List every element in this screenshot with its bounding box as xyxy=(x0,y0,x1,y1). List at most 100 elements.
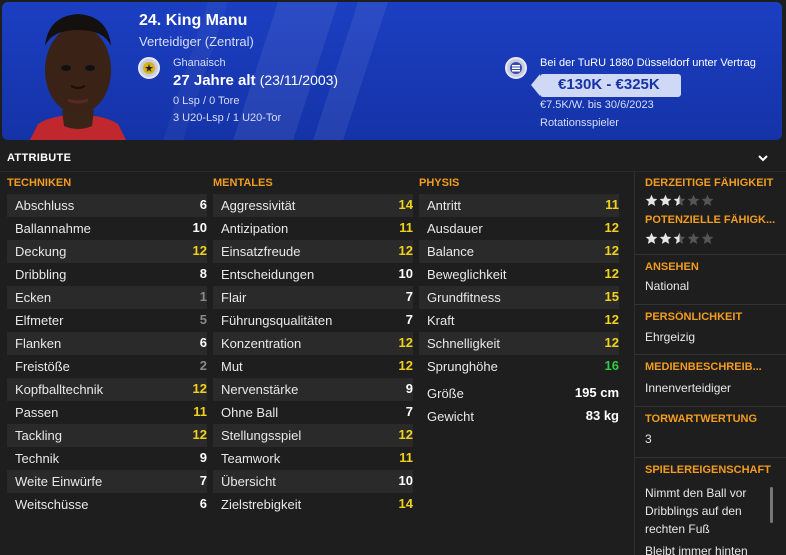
attribute-row[interactable]: Antritt 11 xyxy=(419,194,619,217)
attribute-row[interactable]: Ecken 1 xyxy=(7,286,207,309)
attribute-value: 2 xyxy=(199,358,207,373)
attribute-label: Ohne Ball xyxy=(221,405,279,420)
attribute-value: 12 xyxy=(398,243,413,258)
attribute-row[interactable]: Elfmeter 5 xyxy=(7,309,207,332)
attribute-value: 6 xyxy=(199,496,207,511)
attribute-label: Stellungsspiel xyxy=(221,428,302,443)
trait-1-line3: rechten Fuß xyxy=(645,522,710,536)
attributes-section-header[interactable]: ATTRIBUTE xyxy=(0,142,786,172)
attribute-value: 8 xyxy=(199,266,207,281)
attribute-row[interactable]: Weite Einwürfe 7 xyxy=(7,470,207,493)
weight-row: Gewicht 83 kg xyxy=(419,404,619,427)
attribute-row[interactable]: Freistöße 2 xyxy=(7,355,207,378)
attribute-row[interactable]: Kopfballtechnik 12 xyxy=(7,378,207,401)
attribute-row[interactable]: Flair 7 xyxy=(213,286,413,309)
mental-header: MENTALES xyxy=(213,177,273,189)
star-icon xyxy=(701,232,714,244)
attribute-value: 12 xyxy=(604,266,619,281)
attribute-label: Kopfballtechnik xyxy=(15,382,104,397)
mental-attributes: MENTALES Aggressivität 14 Antizipation 11 Ei… xyxy=(213,176,413,516)
attribute-row[interactable]: Schnelligkeit 12 xyxy=(419,332,619,355)
attribute-label: Schnelligkeit xyxy=(427,336,500,351)
attribute-row[interactable]: Ausdauer 12 xyxy=(419,217,619,240)
attribute-row[interactable]: Tackling 12 xyxy=(7,424,207,447)
attribute-row[interactable]: Deckung 12 xyxy=(7,240,207,263)
attribute-label: Ausdauer xyxy=(427,221,483,236)
attribute-value: 12 xyxy=(192,427,207,442)
attribute-row[interactable]: Ohne Ball 7 xyxy=(213,401,413,424)
attribute-value: 11 xyxy=(399,450,413,465)
attribute-row[interactable]: Aggressivität 14 xyxy=(213,194,413,217)
personality-label: PERSÖNLICHKEIT xyxy=(645,311,743,323)
attribute-row[interactable]: Zielstrebigkeit 14 xyxy=(213,493,413,516)
attribute-row[interactable]: Dribbling 8 xyxy=(7,263,207,286)
attribute-value: 14 xyxy=(398,496,413,511)
attribute-row[interactable]: Weitschüsse 6 xyxy=(7,493,207,516)
attribute-label: Technik xyxy=(15,451,60,466)
attribute-row[interactable]: Teamwork 11 xyxy=(213,447,413,470)
nationality: Ghanaisch xyxy=(173,57,226,69)
attribute-row[interactable]: Übersicht 10 xyxy=(213,470,413,493)
attribute-row[interactable]: Sprunghöhe 16 xyxy=(419,355,619,378)
attribute-label: Beweglichkeit xyxy=(427,267,507,282)
attribute-label: Abschluss xyxy=(15,198,75,213)
personality-value: Ehrgeizig xyxy=(645,330,696,344)
attribute-label: Konzentration xyxy=(221,336,302,351)
attribute-row[interactable]: Grundfitness 15 xyxy=(419,286,619,309)
attribute-row[interactable]: Antizipation 11 xyxy=(213,217,413,240)
attribute-row[interactable]: Mut 12 xyxy=(213,355,413,378)
attribute-label: Nervenstärke xyxy=(221,382,299,397)
attribute-row[interactable]: Stellungsspiel 12 xyxy=(213,424,413,447)
trait-2-line1: Bleibt immer hinten xyxy=(645,544,748,555)
attribute-value: 12 xyxy=(604,312,619,327)
chevron-down-icon[interactable] xyxy=(757,152,769,164)
u20-caps: 3 U20-Lsp / 1 U20-Tor xyxy=(173,112,282,124)
attribute-value: 9 xyxy=(199,450,207,465)
player-traits-label: SPIELEREIGENSCHAFT xyxy=(645,464,771,476)
attribute-row[interactable]: Führungsqualitäten 7 xyxy=(213,309,413,332)
weight-value: 83 kg xyxy=(585,408,619,423)
attribute-row[interactable]: Balance 12 xyxy=(419,240,619,263)
club-badge-icon[interactable] xyxy=(505,57,527,79)
attribute-value: 1 xyxy=(199,289,207,304)
attribute-value: 12 xyxy=(398,427,413,442)
attribute-value: 7 xyxy=(199,473,207,488)
attribute-row[interactable]: Nervenstärke 9 xyxy=(213,378,413,401)
media-description-label: MEDIENBESCHREIB... xyxy=(645,361,762,373)
attribute-row[interactable]: Einsatzfreude 12 xyxy=(213,240,413,263)
attribute-value: 6 xyxy=(199,335,207,350)
attribute-value: 11 xyxy=(605,197,619,212)
attribute-row[interactable]: Beweglichkeit 12 xyxy=(419,263,619,286)
star-icon xyxy=(673,232,686,244)
star-icon xyxy=(659,232,672,244)
player-profile-screen: { "player": { "name": "24. King Manu", "… xyxy=(0,0,786,555)
height-label: Größe xyxy=(427,386,464,401)
height-value: 195 cm xyxy=(574,385,619,400)
attribute-row[interactable]: Ballannahme 10 xyxy=(7,217,207,240)
attribute-row[interactable]: Passen 11 xyxy=(7,401,207,424)
attribute-label: Flanken xyxy=(15,336,62,351)
attribute-row[interactable]: Technik 9 xyxy=(7,447,207,470)
technical-rows: Abschluss 6 Ballannahme 10 Deckung 12 Dribblin… xyxy=(7,194,207,516)
attribute-label: Weite Einwürfe xyxy=(15,474,103,489)
current-ability-stars xyxy=(645,194,714,207)
attribute-label: Grundfitness xyxy=(427,290,501,305)
attribute-row[interactable]: Flanken 6 xyxy=(7,332,207,355)
attribute-row[interactable]: Kraft 12 xyxy=(419,309,619,332)
contract-club[interactable]: Bei der TuRU 1880 Düsseldorf unter Vertr… xyxy=(540,57,756,69)
attribute-label: Freistöße xyxy=(15,359,70,374)
date-of-birth: (23/11/2003) xyxy=(259,72,339,88)
star-icon xyxy=(645,194,658,206)
attribute-label: Antizipation xyxy=(221,221,289,236)
attribute-label: Ballannahme xyxy=(15,221,91,236)
ghana-flag-icon[interactable] xyxy=(138,57,160,79)
attribute-row[interactable]: Konzentration 12 xyxy=(213,332,413,355)
attribute-row[interactable]: Entscheidungen 10 xyxy=(213,263,413,286)
attribute-label: Tackling xyxy=(15,428,62,443)
attribute-row[interactable]: Abschluss 6 xyxy=(7,194,207,217)
attribute-value: 9 xyxy=(405,381,413,396)
traits-scrollbar[interactable] xyxy=(770,487,773,523)
player-age: 27 Jahre alt (23/11/2003) xyxy=(173,72,338,89)
attribute-value: 10 xyxy=(192,220,207,235)
wage-info: €7.5K/W. bis 30/6/2023 xyxy=(540,99,654,111)
